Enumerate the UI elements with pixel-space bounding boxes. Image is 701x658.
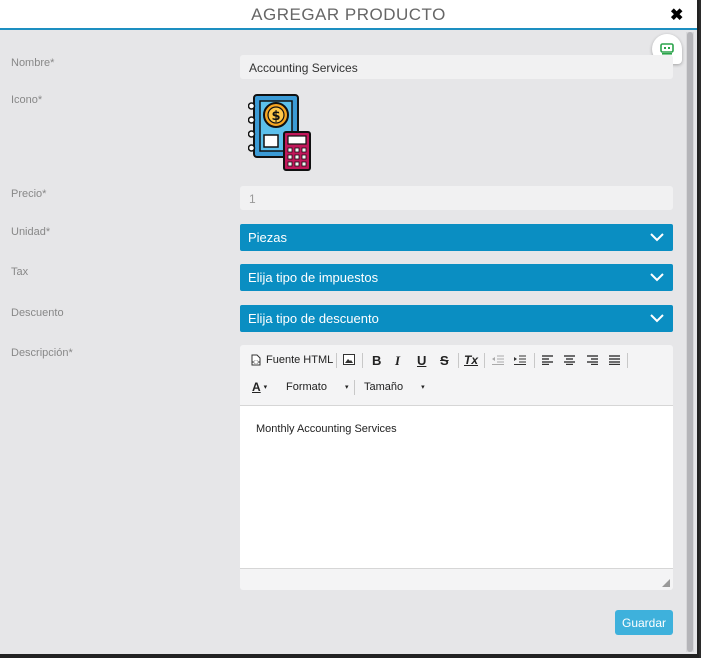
- tax-select-value: Elija tipo de impuestos: [248, 270, 379, 285]
- italic-button[interactable]: I: [395, 353, 400, 369]
- descuento-select-value: Elija tipo de descuento: [248, 311, 379, 326]
- outdent-button[interactable]: [492, 355, 504, 365]
- caret-down-icon: ▾: [344, 384, 349, 391]
- chat-bot-icon: [660, 43, 674, 55]
- scrollbar-thumb[interactable]: [687, 32, 693, 652]
- align-center-icon: [564, 355, 575, 365]
- align-right-button[interactable]: [587, 355, 598, 365]
- caret-down-icon: ▾: [263, 384, 268, 391]
- descuento-select[interactable]: Elija tipo de descuento: [240, 305, 673, 332]
- bold-button[interactable]: B: [372, 353, 381, 368]
- resize-handle-icon[interactable]: [662, 579, 670, 587]
- align-left-button[interactable]: [542, 355, 553, 365]
- tax-label: Tax: [11, 266, 29, 278]
- modal-title: AGREGAR PRODUCTO: [251, 5, 446, 24]
- precio-input[interactable]: 1: [240, 186, 673, 210]
- chevron-down-icon: [650, 314, 664, 323]
- description-text: Monthly Accounting Services: [256, 423, 397, 435]
- icono-label: Icono*: [11, 94, 43, 106]
- source-button[interactable]: <> Fuente HTML: [251, 354, 333, 366]
- source-label: Fuente HTML: [266, 354, 334, 366]
- nombre-input[interactable]: Accounting Services: [240, 55, 673, 79]
- nombre-label: Nombre*: [11, 57, 55, 69]
- chevron-down-icon: [650, 273, 664, 282]
- toolbar-separator: [354, 380, 355, 395]
- source-icon: <>: [251, 354, 261, 366]
- modal-header: AGREGAR PRODUCTO ✖: [0, 0, 697, 30]
- toolbar-separator: [336, 353, 337, 368]
- scrollbar[interactable]: [686, 32, 694, 652]
- unidad-select-value: Piezas: [248, 230, 288, 245]
- descripcion-label: Descripción*: [11, 347, 73, 359]
- tax-select[interactable]: Elija tipo de impuestos: [240, 264, 673, 291]
- clear-format-button[interactable]: Tx: [464, 353, 478, 367]
- svg-text:<>: <>: [251, 359, 261, 366]
- align-right-icon: [587, 355, 598, 365]
- toolbar-separator: [534, 353, 535, 368]
- editor-content-area[interactable]: Monthly Accounting Services: [240, 406, 673, 569]
- indent-icon: [514, 355, 526, 365]
- unidad-label: Unidad*: [11, 226, 51, 238]
- image-button[interactable]: [343, 354, 355, 365]
- accounting-icon[interactable]: $: [247, 92, 314, 172]
- underline-button[interactable]: U: [417, 353, 426, 368]
- descuento-label: Descuento: [11, 307, 64, 319]
- toolbar-separator: [458, 353, 459, 368]
- justify-icon: [609, 355, 620, 365]
- toolbar-separator: [484, 353, 485, 368]
- size-dropdown[interactable]: Tamaño ▾: [364, 381, 425, 393]
- rich-text-editor: <> Fuente HTML B I U S Tx A ▾ Formato ▾ …: [240, 345, 673, 590]
- unidad-select[interactable]: Piezas: [240, 224, 673, 251]
- precio-label: Precio*: [11, 188, 47, 200]
- editor-toolbar: <> Fuente HTML B I U S Tx A ▾ Formato ▾ …: [240, 345, 673, 406]
- format-dropdown[interactable]: Formato ▾: [286, 381, 348, 393]
- format-label: Formato: [286, 381, 327, 393]
- justify-button[interactable]: [609, 355, 620, 365]
- chevron-down-icon: [650, 233, 664, 242]
- add-product-modal: AGREGAR PRODUCTO ✖ Nombre* Accounting Se…: [0, 0, 699, 658]
- indent-button[interactable]: [514, 355, 526, 365]
- toolbar-separator: [627, 353, 628, 368]
- align-center-button[interactable]: [564, 355, 575, 365]
- size-label: Tamaño: [364, 381, 404, 393]
- strike-button[interactable]: S: [440, 353, 449, 368]
- text-color-button[interactable]: A ▾: [252, 380, 267, 394]
- caret-down-icon: ▾: [421, 384, 425, 391]
- save-button[interactable]: Guardar: [615, 610, 673, 635]
- align-left-icon: [542, 355, 553, 365]
- svg-text:$: $: [271, 109, 280, 124]
- image-icon: [343, 354, 355, 365]
- toolbar-separator: [362, 353, 363, 368]
- text-color-icon: A: [252, 380, 261, 394]
- outdent-icon: [492, 355, 504, 365]
- close-icon[interactable]: ✖: [670, 5, 683, 25]
